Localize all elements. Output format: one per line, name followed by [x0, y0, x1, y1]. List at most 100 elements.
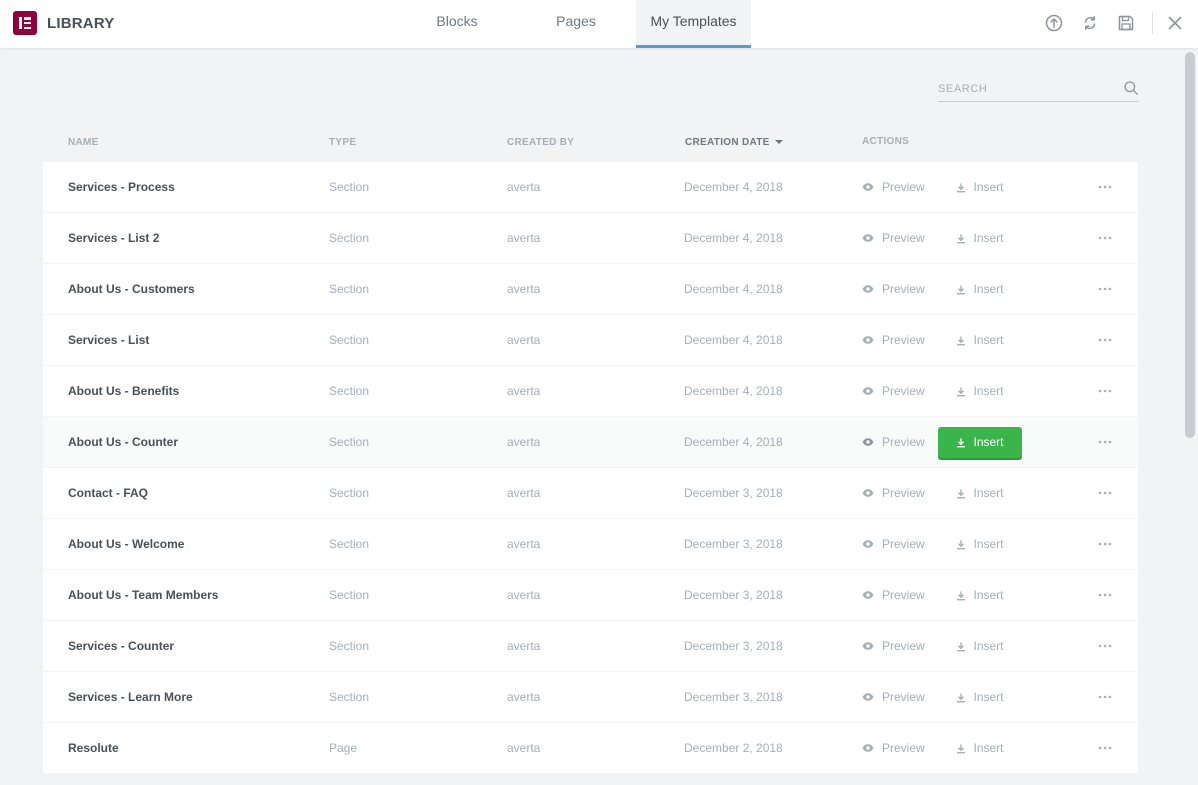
- preview-button[interactable]: Preview: [862, 417, 925, 467]
- insert-button[interactable]: Insert: [938, 682, 1022, 713]
- table-row[interactable]: About Us - Benefits Section averta Decem…: [43, 366, 1138, 417]
- preview-button[interactable]: Preview: [862, 213, 925, 263]
- template-date: December 4, 2018: [684, 282, 783, 296]
- column-header-name[interactable]: NAME: [68, 137, 99, 148]
- table-row[interactable]: About Us - Counter Section averta Decemb…: [43, 417, 1138, 468]
- table-row[interactable]: About Us - Welcome Section averta Decemb…: [43, 519, 1138, 570]
- preview-label: Preview: [882, 639, 925, 653]
- more-options-icon[interactable]: [1098, 468, 1112, 518]
- close-icon[interactable]: [1164, 12, 1186, 34]
- preview-button[interactable]: Preview: [862, 570, 925, 620]
- column-header-creation-date[interactable]: CREATION DATE: [685, 137, 783, 148]
- insert-button[interactable]: Insert: [938, 631, 1022, 662]
- template-name: Services - Process: [68, 180, 175, 194]
- more-options-icon[interactable]: [1098, 315, 1112, 365]
- more-options-icon[interactable]: [1098, 366, 1112, 416]
- template-name: Services - Counter: [68, 639, 175, 653]
- download-icon: [957, 489, 966, 498]
- column-header-actions: ACTIONS: [862, 136, 910, 147]
- eye-icon: [862, 540, 874, 548]
- more-options-icon[interactable]: [1098, 162, 1112, 212]
- more-options-icon[interactable]: [1098, 621, 1112, 671]
- template-date: December 4, 2018: [684, 333, 783, 347]
- insert-button[interactable]: Insert: [938, 478, 1022, 509]
- insert-button[interactable]: Insert: [938, 580, 1022, 611]
- table-row[interactable]: Services - Counter Section averta Decemb…: [43, 621, 1138, 672]
- preview-button[interactable]: Preview: [862, 468, 925, 518]
- preview-button[interactable]: Preview: [862, 315, 925, 365]
- insert-button[interactable]: Insert: [938, 223, 1022, 254]
- more-options-icon[interactable]: [1098, 570, 1112, 620]
- template-author: averta: [507, 384, 541, 398]
- download-icon: [957, 540, 966, 549]
- insert-button[interactable]: Insert: [938, 274, 1022, 305]
- search-icon[interactable]: [1123, 80, 1139, 96]
- table-row[interactable]: Services - List 2 Section averta Decembe…: [43, 213, 1138, 264]
- table-row[interactable]: Services - Process Section averta Decemb…: [43, 162, 1138, 213]
- table-row[interactable]: Resolute Page averta December 2, 2018 Pr…: [43, 723, 1138, 774]
- table-row[interactable]: About Us - Team Members Section averta D…: [43, 570, 1138, 621]
- preview-button[interactable]: Preview: [862, 366, 925, 416]
- preview-button[interactable]: Preview: [862, 672, 925, 722]
- table-row[interactable]: Services - List Section averta December …: [43, 315, 1138, 366]
- library-title: LIBRARY: [47, 15, 115, 32]
- insert-button[interactable]: Insert: [938, 529, 1022, 560]
- upload-icon[interactable]: [1043, 12, 1065, 34]
- template-date: December 4, 2018: [684, 231, 783, 245]
- template-name: About Us - Welcome: [68, 537, 185, 551]
- preview-label: Preview: [882, 741, 925, 755]
- search-input[interactable]: [938, 80, 1118, 98]
- tab-blocks[interactable]: Blocks: [418, 0, 496, 48]
- template-date: December 3, 2018: [684, 537, 783, 551]
- table-row[interactable]: Contact - FAQ Section averta December 3,…: [43, 468, 1138, 519]
- download-icon: [957, 642, 966, 651]
- table-row[interactable]: About Us - Customers Section averta Dece…: [43, 264, 1138, 315]
- sort-caret-icon: [774, 140, 783, 144]
- scrollbar-thumb[interactable]: [1185, 52, 1195, 438]
- more-options-icon[interactable]: [1098, 213, 1112, 263]
- download-icon: [957, 387, 966, 396]
- more-options-icon[interactable]: [1098, 417, 1112, 467]
- insert-button[interactable]: Insert: [938, 376, 1022, 407]
- table-row[interactable]: Services - Learn More Section averta Dec…: [43, 672, 1138, 723]
- tab-pages[interactable]: Pages: [537, 0, 615, 48]
- tab-my-templates[interactable]: My Templates: [636, 0, 751, 48]
- template-name: About Us - Team Members: [68, 588, 219, 602]
- preview-label: Preview: [882, 180, 925, 194]
- download-icon: [957, 693, 966, 702]
- preview-label: Preview: [882, 690, 925, 704]
- preview-button[interactable]: Preview: [862, 162, 925, 212]
- insert-button[interactable]: Insert: [938, 427, 1022, 458]
- template-author: averta: [507, 180, 541, 194]
- eye-icon: [862, 285, 874, 293]
- sync-icon[interactable]: [1079, 12, 1101, 34]
- more-options-icon[interactable]: [1098, 519, 1112, 569]
- column-header-type[interactable]: TYPE: [329, 137, 356, 148]
- preview-button[interactable]: Preview: [862, 519, 925, 569]
- more-options-icon[interactable]: [1098, 723, 1112, 773]
- preview-button[interactable]: Preview: [862, 723, 925, 773]
- more-options-icon[interactable]: [1098, 672, 1112, 722]
- template-date: December 4, 2018: [684, 384, 783, 398]
- header-divider: [1152, 12, 1153, 34]
- insert-label: Insert: [973, 639, 1004, 653]
- template-date: December 3, 2018: [684, 588, 783, 602]
- template-author: averta: [507, 588, 541, 602]
- template-author: averta: [507, 690, 541, 704]
- template-date: December 3, 2018: [684, 486, 783, 500]
- eye-icon: [862, 336, 874, 344]
- more-options-icon[interactable]: [1098, 264, 1112, 314]
- elementor-logo-icon: [13, 11, 37, 35]
- insert-label: Insert: [973, 690, 1004, 704]
- eye-icon: [862, 387, 874, 395]
- template-name: Resolute: [68, 741, 119, 755]
- insert-button[interactable]: Insert: [938, 172, 1022, 203]
- insert-button[interactable]: Insert: [938, 325, 1022, 356]
- preview-button[interactable]: Preview: [862, 264, 925, 314]
- template-name: Contact - FAQ: [68, 486, 148, 500]
- download-icon: [957, 183, 966, 192]
- preview-button[interactable]: Preview: [862, 621, 925, 671]
- insert-button[interactable]: Insert: [938, 733, 1022, 764]
- save-icon[interactable]: [1115, 12, 1137, 34]
- column-header-created-by[interactable]: CREATED BY: [507, 137, 574, 148]
